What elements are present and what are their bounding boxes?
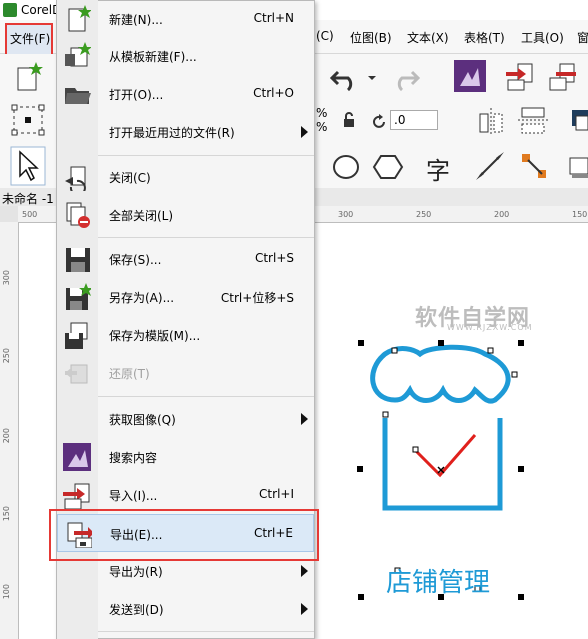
folder-open-icon bbox=[65, 88, 91, 104]
file-menu-item: 还原(T) bbox=[57, 354, 314, 392]
coreldraw-logo-icon bbox=[3, 3, 17, 17]
document-tab[interactable]: 未命名 -1 bbox=[2, 190, 54, 207]
undo-icon[interactable] bbox=[330, 64, 360, 92]
file-menu-item[interactable]: 发送到(D) bbox=[57, 590, 314, 628]
mirror-vertical-icon[interactable] bbox=[518, 106, 550, 136]
shadow-tool-icon[interactable] bbox=[566, 152, 588, 182]
menu-item-label: 关闭(C) bbox=[109, 171, 151, 185]
polygon-tool-icon[interactable] bbox=[372, 152, 404, 182]
pointer-tool-icon[interactable] bbox=[10, 146, 46, 186]
import-icon bbox=[63, 483, 90, 509]
file-menu-item[interactable]: 保存(S)... Ctrl+S bbox=[57, 240, 314, 278]
menu-item-label: 另存为(A)... bbox=[109, 291, 175, 305]
logo-caption[interactable]: 店铺管理 bbox=[386, 562, 490, 599]
hruler-tick: 300 bbox=[338, 210, 354, 219]
percent-icon: %% bbox=[316, 106, 328, 134]
submenu-arrow-icon bbox=[301, 565, 308, 577]
mirror-horizontal-icon[interactable] bbox=[476, 106, 506, 136]
arrange-icon[interactable] bbox=[568, 106, 588, 134]
save-icon bbox=[66, 248, 90, 272]
hruler-tick: 250 bbox=[416, 210, 432, 219]
vruler-tick: 200 bbox=[2, 428, 11, 444]
dimension-tool-icon[interactable] bbox=[474, 150, 506, 182]
menu-item-label: 打开(O)... bbox=[109, 88, 164, 102]
menu-item-label: 全部关闭(L) bbox=[109, 209, 174, 223]
menu-item-shortcut: Ctrl+位移+S bbox=[220, 291, 294, 305]
file-menu-item[interactable]: 新建(N)... Ctrl+N bbox=[57, 0, 314, 38]
file-menu-item[interactable]: 获取图像(Q) bbox=[57, 400, 314, 438]
export-icon[interactable] bbox=[546, 60, 582, 92]
rotation-angle-input[interactable] bbox=[390, 110, 438, 130]
menu-item-shortcut: Ctrl+N bbox=[253, 11, 294, 25]
menu-separator bbox=[98, 631, 314, 632]
menu-item-label: 获取图像(Q) bbox=[109, 413, 176, 427]
menu-item-label: 搜索内容 bbox=[109, 451, 158, 465]
close-all-icon bbox=[66, 202, 90, 228]
hruler-tick: 200 bbox=[494, 210, 510, 219]
import-icon[interactable] bbox=[504, 60, 538, 92]
menu-item-shortcut: Ctrl+O bbox=[253, 86, 294, 100]
hruler-tick: 150 bbox=[572, 210, 588, 219]
file-menu-item[interactable]: 打开(O)... Ctrl+O bbox=[57, 75, 314, 113]
file-menu-item[interactable]: 另存为(A)... Ctrl+位移+S bbox=[57, 278, 314, 316]
menu-tools[interactable]: 工具(O) bbox=[521, 29, 564, 46]
menu-item-label: 发送到(D) bbox=[109, 603, 164, 617]
menu-table[interactable]: 表格(T) bbox=[464, 29, 505, 46]
file-menu-item[interactable]: 保存为模版(M)... bbox=[57, 316, 314, 354]
file-menu-item[interactable]: 全部关闭(L) bbox=[57, 196, 314, 234]
menu-item-shortcut: Ctrl+I bbox=[259, 487, 294, 501]
menu-item-label: 导出为(R) bbox=[109, 565, 163, 579]
file-menu-item[interactable]: 搜索内容 bbox=[57, 438, 314, 476]
save-as-icon bbox=[66, 283, 91, 310]
vruler-tick: 250 bbox=[2, 348, 11, 364]
menu-item-label: 新建(N)... bbox=[109, 13, 163, 27]
menu-window[interactable]: 窗 bbox=[577, 29, 588, 46]
pick-tool-frame-icon[interactable] bbox=[10, 103, 46, 137]
menu-text[interactable]: 文本(X) bbox=[407, 29, 449, 46]
revert-icon bbox=[65, 364, 88, 384]
submenu-arrow-icon bbox=[301, 603, 308, 615]
submenu-arrow-icon bbox=[301, 126, 308, 138]
menu-item-label: 保存(S)... bbox=[109, 253, 162, 267]
vruler-tick: 300 bbox=[2, 270, 11, 286]
close-document-icon bbox=[65, 166, 86, 191]
export-highlight-annotation bbox=[49, 509, 319, 561]
ellipse-tool-icon[interactable] bbox=[330, 152, 362, 182]
new-document-icon[interactable] bbox=[14, 60, 46, 92]
menu-item-label: 保存为模版(M)... bbox=[109, 329, 201, 343]
vruler-tick: 150 bbox=[2, 506, 11, 522]
save-template-icon bbox=[65, 322, 88, 349]
file-menu-item[interactable]: 关闭(C) bbox=[57, 158, 314, 196]
menu-item-label: 导入(I)... bbox=[109, 489, 158, 503]
menu-item-label: 从模板新建(F)... bbox=[109, 50, 197, 64]
menu-separator bbox=[98, 237, 314, 238]
new-document-icon bbox=[68, 5, 91, 32]
vruler-tick: 100 bbox=[2, 584, 11, 600]
ruler-corner[interactable] bbox=[0, 206, 19, 223]
search-content-icon[interactable] bbox=[454, 60, 486, 92]
new-from-template-icon bbox=[65, 42, 91, 67]
text-tool-icon[interactable]: 字 bbox=[426, 151, 450, 186]
file-menu-item[interactable]: 打开最近用过的文件(R) bbox=[57, 113, 314, 151]
menu-item-shortcut: Ctrl+S bbox=[254, 251, 294, 265]
watermark-subtext: WWW.RJZXW.COM bbox=[447, 323, 533, 332]
hruler-tick: 500 bbox=[22, 210, 38, 219]
menu-item-label: 还原(T) bbox=[109, 367, 150, 381]
menu-edit-partial[interactable]: (C) bbox=[316, 29, 334, 43]
undo-dropdown-icon[interactable] bbox=[368, 76, 376, 80]
rotate-icon bbox=[373, 114, 385, 128]
search-content-icon bbox=[63, 443, 91, 471]
menu-bitmap[interactable]: 位图(B) bbox=[350, 29, 392, 46]
file-menu-item[interactable]: 从模板新建(F)... bbox=[57, 37, 314, 75]
connector-tool-icon[interactable] bbox=[518, 150, 550, 182]
lock-ratio-icon[interactable] bbox=[342, 112, 356, 128]
menu-separator bbox=[98, 396, 314, 397]
menu-separator bbox=[98, 155, 314, 156]
redo-icon[interactable] bbox=[390, 64, 420, 92]
submenu-arrow-icon bbox=[301, 413, 308, 425]
menu-item-label: 打开最近用过的文件(R) bbox=[109, 126, 235, 140]
file-menu-label[interactable]: 文件(F) bbox=[10, 30, 50, 47]
